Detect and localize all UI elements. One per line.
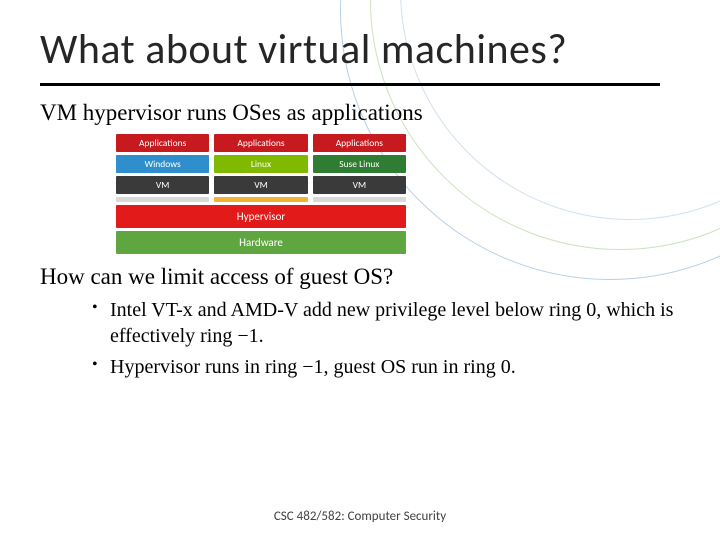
slide-title: What about virtual machines? [40, 24, 680, 75]
title-underline [40, 83, 660, 86]
diagram-row-apps: Applications Applications Applications [116, 134, 406, 152]
bullet-list: Intel VT-x and AMD-V add new privilege l… [40, 298, 680, 381]
diagram-cell-app: Applications [214, 134, 307, 152]
question-text: How can we limit access of guest OS? [40, 264, 680, 290]
diagram-hypervisor: Hypervisor [116, 205, 406, 228]
diagram-cell-vm: VM [116, 176, 209, 194]
diagram-row-vm: VM VM VM [116, 176, 406, 194]
lead-text: VM hypervisor runs OSes as applications [40, 100, 680, 126]
diagram-cell-os-linux: Linux [214, 155, 307, 173]
diagram-spacer [313, 197, 406, 202]
diagram-spacer [116, 197, 209, 202]
slide-footer: CSC 482/582: Computer Security [0, 509, 720, 524]
diagram-spacer [214, 197, 307, 202]
diagram-hardware: Hardware [116, 231, 406, 254]
slide: What about virtual machines? VM hypervis… [0, 0, 720, 540]
diagram-cell-os-suse: Suse Linux [313, 155, 406, 173]
bullet-item: Intel VT-x and AMD-V add new privilege l… [92, 298, 680, 349]
bullet-item: Hypervisor runs in ring −1, guest OS run… [92, 355, 680, 381]
vm-architecture-diagram: Applications Applications Applications W… [116, 134, 406, 254]
diagram-cell-os-windows: Windows [116, 155, 209, 173]
diagram-cell-vm: VM [214, 176, 307, 194]
diagram-row-os: Windows Linux Suse Linux [116, 155, 406, 173]
diagram-cell-app: Applications [313, 134, 406, 152]
diagram-row-spacer [116, 197, 406, 202]
diagram-cell-vm: VM [313, 176, 406, 194]
diagram-cell-app: Applications [116, 134, 209, 152]
